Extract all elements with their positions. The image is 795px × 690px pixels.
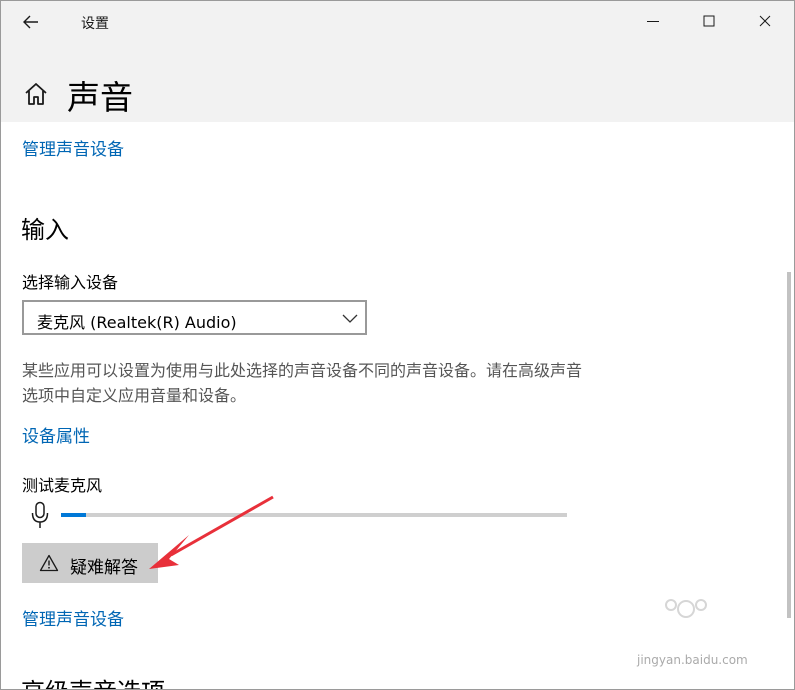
scrollbar-thumb[interactable] bbox=[787, 272, 791, 618]
manage-sound-devices-link[interactable]: 管理声音设备 bbox=[22, 135, 124, 160]
page-title: 声音 bbox=[67, 78, 133, 117]
input-description: 某些应用可以设置为使用与此处选择的声音设备不同的声音设备。请在高级声音选项中自定… bbox=[22, 361, 583, 405]
manage-sound-devices-link-bottom[interactable]: 管理声音设备 bbox=[22, 605, 124, 630]
window-title: 设置 bbox=[81, 16, 109, 32]
minimize-icon bbox=[647, 21, 659, 22]
advanced-sound-options-heading: 高级声音选项 bbox=[21, 672, 165, 689]
mic-level-meter bbox=[61, 513, 567, 517]
close-icon bbox=[759, 15, 771, 27]
input-section-heading: 输入 bbox=[21, 216, 69, 244]
test-microphone-label: 测试麦克风 bbox=[22, 476, 103, 495]
troubleshoot-label: 疑难解答 bbox=[70, 558, 138, 578]
input-device-select[interactable]: 麦克风 (Realtek(R) Audio) bbox=[22, 300, 367, 335]
mic-level-fill bbox=[61, 513, 87, 517]
home-icon bbox=[25, 83, 47, 105]
back-button[interactable] bbox=[19, 10, 43, 34]
close-button[interactable] bbox=[753, 9, 777, 33]
home-button[interactable] bbox=[23, 81, 49, 107]
selected-device: 麦克风 (Realtek(R) Audio) bbox=[37, 313, 237, 332]
header: 设置 声音 bbox=[1, 1, 794, 122]
device-properties-link[interactable]: 设备属性 bbox=[22, 422, 90, 447]
watermark-url: jingyan.baidu.com bbox=[637, 653, 748, 667]
back-arrow-icon bbox=[23, 15, 38, 29]
maximize-button[interactable] bbox=[697, 9, 721, 33]
settings-window: 设置 声音 管理声音设备 输入 选择输入设备 麦克风 (Realtek(R) A… bbox=[0, 0, 795, 690]
title-bar: 设置 bbox=[1, 1, 794, 41]
annotation-arrow bbox=[149, 495, 274, 569]
microphone-icon bbox=[31, 501, 49, 528]
troubleshoot-button[interactable]: 疑难解答 bbox=[22, 543, 158, 583]
warning-icon bbox=[39, 554, 59, 572]
baidu-watermark-logo bbox=[665, 599, 707, 618]
chevron-down-icon bbox=[342, 314, 358, 323]
minimize-button[interactable] bbox=[641, 9, 665, 33]
select-input-device-label: 选择输入设备 bbox=[22, 273, 119, 292]
maximize-icon bbox=[703, 15, 715, 27]
